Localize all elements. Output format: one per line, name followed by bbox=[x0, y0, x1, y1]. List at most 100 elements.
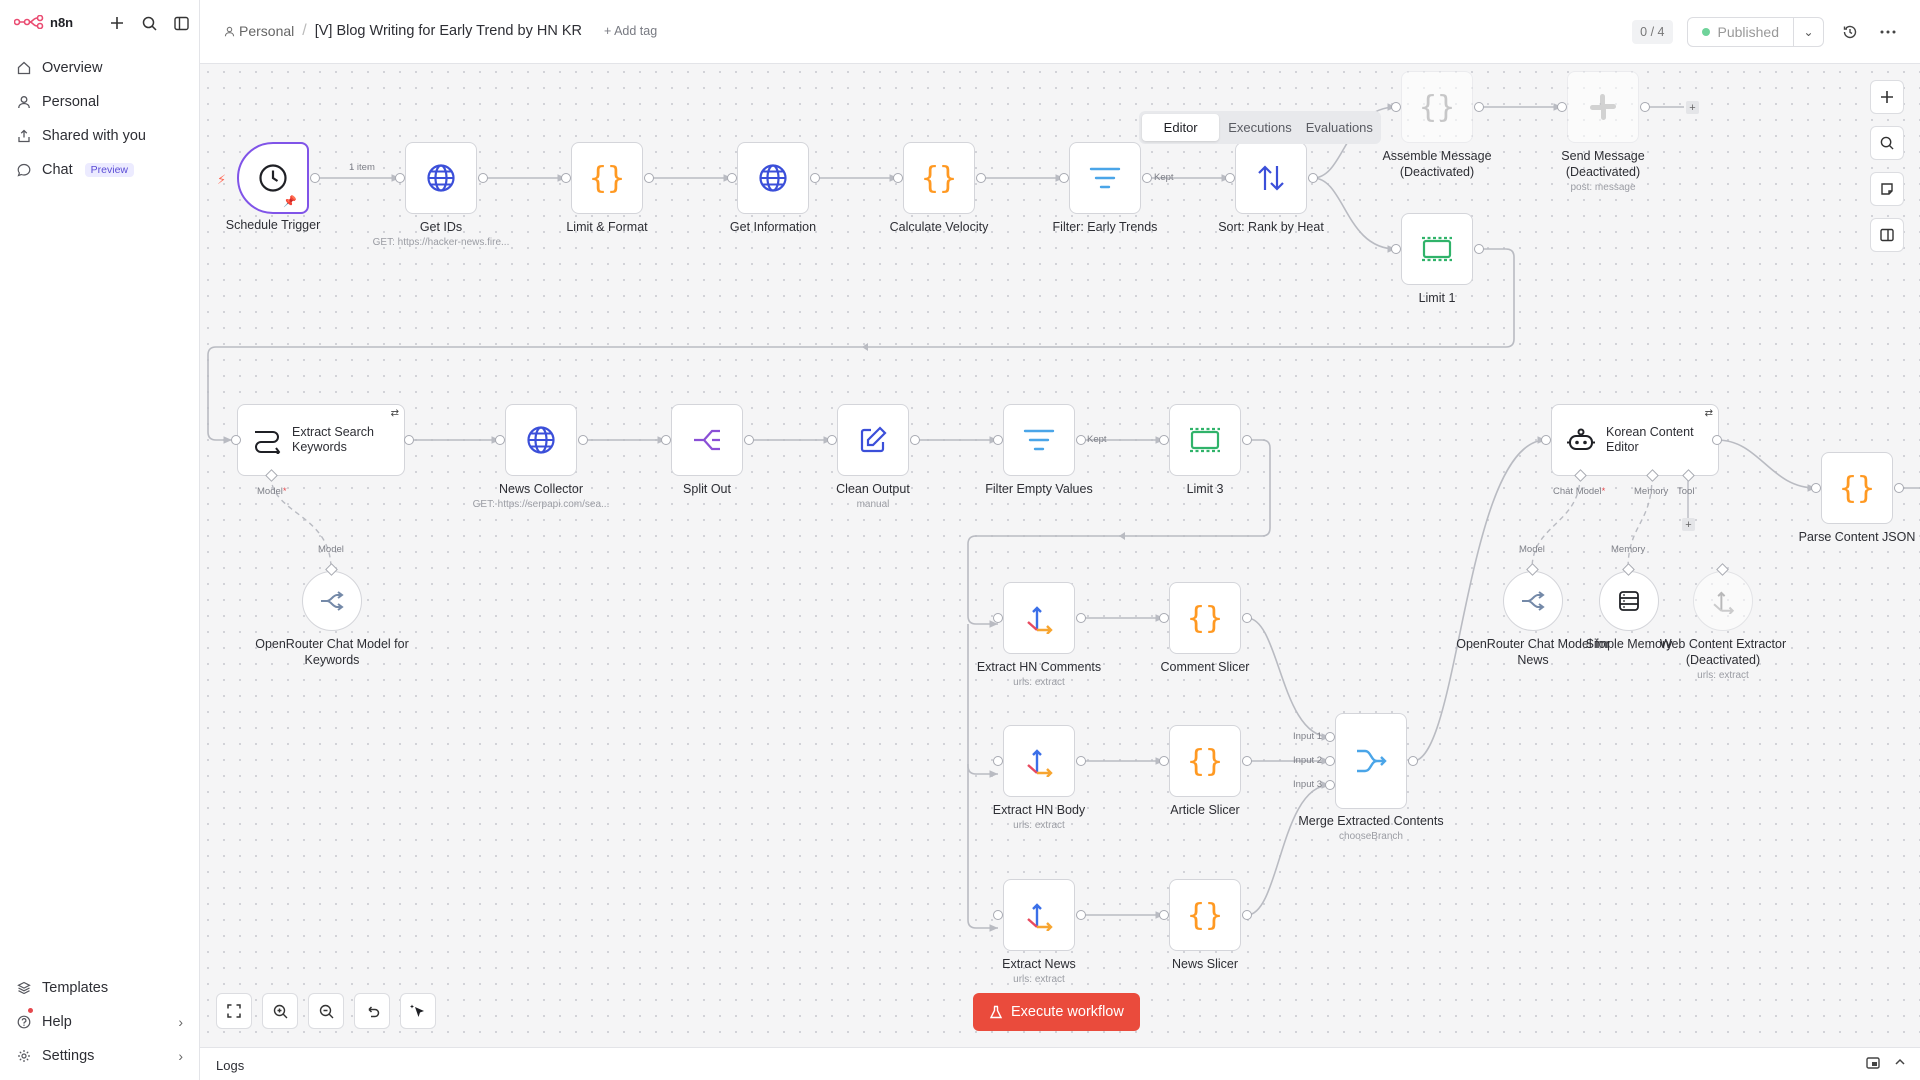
sidebar-toggle-icon[interactable] bbox=[170, 12, 192, 34]
chevron-up-icon[interactable] bbox=[1894, 1056, 1906, 1073]
input-port[interactable] bbox=[1225, 173, 1235, 183]
output-port[interactable] bbox=[1076, 910, 1086, 920]
input-port[interactable] bbox=[893, 173, 903, 183]
sticky-note-icon[interactable] bbox=[1870, 172, 1904, 206]
node-limit-1[interactable] bbox=[1401, 213, 1473, 285]
node-schedule-trigger[interactable]: 📌 bbox=[237, 142, 309, 214]
add-node-button[interactable]: + bbox=[1686, 101, 1699, 114]
node-get-ids[interactable] bbox=[405, 142, 477, 214]
output-port[interactable] bbox=[310, 173, 320, 183]
input-port[interactable] bbox=[993, 613, 1003, 623]
node-korean-content-editor[interactable]: Korean Content Editor ⇄ bbox=[1551, 404, 1719, 476]
workflow-title[interactable]: [V] Blog Writing for Early Trend by HN K… bbox=[315, 23, 582, 39]
ai-cursor-icon[interactable] bbox=[400, 993, 436, 1029]
add-tag-button[interactable]: + Add tag bbox=[604, 24, 657, 38]
node-sort-rank[interactable] bbox=[1235, 142, 1307, 214]
add-tool-button[interactable]: + bbox=[1682, 518, 1695, 531]
sidebar-item-help[interactable]: Help › bbox=[8, 1005, 191, 1039]
execute-workflow-button[interactable]: Execute workflow bbox=[973, 993, 1140, 1031]
brand[interactable]: n8n bbox=[14, 12, 73, 32]
undo-icon[interactable] bbox=[354, 993, 390, 1029]
node-calculate-velocity[interactable]: {} bbox=[903, 142, 975, 214]
node-comment-slicer[interactable]: {} bbox=[1169, 582, 1241, 654]
node-limit-3[interactable] bbox=[1169, 404, 1241, 476]
node-extract-hn-comments[interactable] bbox=[1003, 582, 1075, 654]
input-port[interactable] bbox=[1159, 910, 1169, 920]
input-port[interactable] bbox=[993, 435, 1003, 445]
logs-panel[interactable]: Logs bbox=[200, 1047, 1920, 1080]
input-port[interactable] bbox=[993, 910, 1003, 920]
node-article-slicer[interactable]: {} bbox=[1169, 725, 1241, 797]
search-icon[interactable] bbox=[138, 12, 160, 34]
input-port[interactable] bbox=[231, 435, 241, 445]
input-port[interactable] bbox=[1159, 435, 1169, 445]
input-port[interactable] bbox=[1811, 483, 1821, 493]
sidebar-item-templates[interactable]: Templates bbox=[8, 971, 191, 1005]
plus-icon[interactable] bbox=[106, 12, 128, 34]
input-port[interactable] bbox=[661, 435, 671, 445]
output-port[interactable] bbox=[810, 173, 820, 183]
input-port[interactable] bbox=[561, 173, 571, 183]
node-openrouter-news[interactable] bbox=[1503, 571, 1563, 631]
node-web-content-extractor[interactable] bbox=[1693, 571, 1753, 631]
output-port[interactable] bbox=[1408, 756, 1418, 766]
output-port[interactable] bbox=[1142, 173, 1152, 183]
history-icon[interactable] bbox=[1838, 20, 1862, 44]
node-split-out[interactable] bbox=[671, 404, 743, 476]
node-merge-extracted-contents[interactable] bbox=[1335, 713, 1407, 809]
more-options-icon[interactable] bbox=[1876, 20, 1900, 44]
tab-evaluations[interactable]: Evaluations bbox=[1301, 114, 1378, 141]
zoom-in-icon[interactable] bbox=[262, 993, 298, 1029]
sidebar-item-chat[interactable]: Chat Preview bbox=[8, 153, 191, 187]
node-send-message[interactable] bbox=[1567, 71, 1639, 143]
output-port[interactable] bbox=[1242, 435, 1252, 445]
input-port[interactable] bbox=[1159, 613, 1169, 623]
output-port[interactable] bbox=[976, 173, 986, 183]
sidebar-item-settings[interactable]: Settings › bbox=[8, 1039, 191, 1073]
input-port[interactable] bbox=[1557, 102, 1567, 112]
output-port[interactable] bbox=[1076, 756, 1086, 766]
output-port[interactable] bbox=[1474, 244, 1484, 254]
add-node-icon[interactable] bbox=[1870, 80, 1904, 114]
search-icon[interactable] bbox=[1870, 126, 1904, 160]
output-port[interactable] bbox=[1474, 102, 1484, 112]
input-port[interactable] bbox=[1159, 756, 1169, 766]
output-port[interactable] bbox=[1308, 173, 1318, 183]
node-openrouter-keywords[interactable] bbox=[302, 571, 362, 631]
input-port[interactable] bbox=[827, 435, 837, 445]
workflow-canvas[interactable]: Editor Executions Evaluations ⚡ 📌 Schedu… bbox=[200, 64, 1920, 1047]
input-port[interactable] bbox=[395, 173, 405, 183]
node-news-collector[interactable] bbox=[505, 404, 577, 476]
input-port[interactable] bbox=[993, 756, 1003, 766]
input-port[interactable] bbox=[1391, 102, 1401, 112]
popout-icon[interactable] bbox=[1866, 1056, 1880, 1073]
input-port[interactable] bbox=[495, 435, 505, 445]
output-port[interactable] bbox=[478, 173, 488, 183]
input-port[interactable] bbox=[1059, 173, 1069, 183]
output-port[interactable] bbox=[644, 173, 654, 183]
node-filter-empty-values[interactable] bbox=[1003, 404, 1075, 476]
node-extract-search-keywords[interactable]: Extract Search Keywords ⇄ bbox=[237, 404, 405, 476]
zoom-out-icon[interactable] bbox=[308, 993, 344, 1029]
node-parse-content-json[interactable]: {} bbox=[1821, 452, 1893, 524]
node-get-information[interactable] bbox=[737, 142, 809, 214]
fit-view-icon[interactable] bbox=[216, 993, 252, 1029]
output-port[interactable] bbox=[1242, 756, 1252, 766]
node-filter-early-trends[interactable] bbox=[1069, 142, 1141, 214]
output-port[interactable] bbox=[1242, 910, 1252, 920]
output-port[interactable] bbox=[1076, 613, 1086, 623]
output-port[interactable] bbox=[404, 435, 414, 445]
output-port[interactable] bbox=[744, 435, 754, 445]
tab-editor[interactable]: Editor bbox=[1142, 114, 1220, 141]
node-assemble-message[interactable]: {} bbox=[1401, 71, 1473, 143]
input-port[interactable] bbox=[1325, 732, 1335, 742]
panel-toggle-icon[interactable] bbox=[1870, 218, 1904, 252]
sidebar-item-shared[interactable]: Shared with you bbox=[8, 119, 191, 153]
output-port[interactable] bbox=[1712, 435, 1722, 445]
node-clean-output[interactable] bbox=[837, 404, 909, 476]
output-port[interactable] bbox=[1242, 613, 1252, 623]
input-port[interactable] bbox=[1325, 780, 1335, 790]
output-port[interactable] bbox=[1640, 102, 1650, 112]
node-extract-hn-body[interactable] bbox=[1003, 725, 1075, 797]
input-port[interactable] bbox=[727, 173, 737, 183]
